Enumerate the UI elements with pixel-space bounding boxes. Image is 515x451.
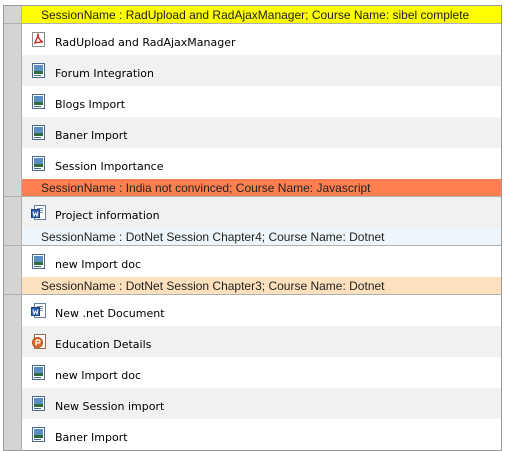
group-indent-cell	[4, 228, 22, 245]
table-row[interactable]: Forum Integration	[4, 55, 501, 86]
group-indent-cell	[4, 326, 22, 357]
group-indent-cell	[4, 179, 22, 196]
word-file-icon	[31, 204, 47, 221]
group-indent-cell	[4, 148, 22, 179]
group-indent-cell	[4, 24, 22, 55]
generic-file-icon	[31, 426, 47, 443]
table-row[interactable]: Blogs Import	[4, 86, 501, 117]
generic-file-icon	[31, 155, 47, 172]
document-name[interactable]: New Session import	[55, 400, 164, 413]
document-name[interactable]: Baner Import	[55, 129, 128, 142]
group-header-text: SessionName : DotNet Session Chapter4; C…	[41, 229, 385, 244]
document-cell: Session Importance	[22, 148, 501, 179]
table-row[interactable]: Session Importance	[4, 148, 501, 179]
document-cell: Baner Import	[22, 117, 501, 148]
table-row[interactable]: New .net Document	[4, 295, 501, 326]
group-header-text: SessionName : RadUpload and RadAjaxManag…	[41, 7, 470, 22]
table-row[interactable]: new Import doc	[4, 246, 501, 277]
generic-file-icon	[31, 395, 47, 412]
group-indent-cell	[4, 86, 22, 117]
document-cell: new Import doc	[22, 246, 501, 277]
generic-file-icon	[31, 62, 47, 79]
group-indent-cell	[4, 388, 22, 419]
document-name[interactable]: Blogs Import	[55, 98, 125, 111]
document-cell: RadUpload and RadAjaxManager	[22, 24, 501, 55]
document-cell: Forum Integration	[22, 55, 501, 86]
document-name[interactable]: RadUpload and RadAjaxManager	[55, 36, 236, 49]
group-header[interactable]: SessionName : DotNet Session Chapter3; C…	[4, 277, 501, 295]
table-row[interactable]: Education Details	[4, 326, 501, 357]
document-name[interactable]: new Import doc	[55, 369, 141, 382]
group-indent-cell	[4, 277, 22, 294]
document-cell: new Import doc	[22, 357, 501, 388]
document-cell: New .net Document	[22, 295, 501, 326]
group-header-text: SessionName : DotNet Session Chapter3; C…	[41, 278, 385, 293]
generic-file-icon	[31, 364, 47, 381]
powerpoint-file-icon	[31, 333, 47, 350]
table-row[interactable]: Baner Import	[4, 117, 501, 148]
document-cell: Project information	[22, 197, 501, 228]
group-indent-cell	[4, 419, 22, 450]
group-header[interactable]: SessionName : India not convinced; Cours…	[4, 179, 501, 197]
document-name[interactable]: New .net Document	[55, 307, 165, 320]
table-row[interactable]: new Import doc	[4, 357, 501, 388]
document-cell: Blogs Import	[22, 86, 501, 117]
group-indent-cell	[4, 117, 22, 148]
group-indent-cell	[4, 357, 22, 388]
generic-file-icon	[31, 253, 47, 270]
document-name[interactable]: Project information	[55, 209, 160, 222]
document-name[interactable]: Forum Integration	[55, 67, 154, 80]
table-row[interactable]: RadUpload and RadAjaxManager	[4, 24, 501, 55]
group-header[interactable]: SessionName : RadUpload and RadAjaxManag…	[4, 6, 501, 24]
table-row[interactable]: New Session import	[4, 388, 501, 419]
group-header[interactable]: SessionName : DotNet Session Chapter4; C…	[4, 228, 501, 246]
word-file-icon	[31, 302, 47, 319]
group-indent-cell	[4, 295, 22, 326]
group-indent-cell	[4, 55, 22, 86]
group-indent-cell	[4, 6, 22, 23]
document-cell: New Session import	[22, 388, 501, 419]
document-cell: Education Details	[22, 326, 501, 357]
table-row[interactable]: Baner Import	[4, 419, 501, 450]
table-row[interactable]: Project information	[4, 197, 501, 228]
generic-file-icon	[31, 124, 47, 141]
group-header-text: SessionName : India not convinced; Cours…	[41, 180, 371, 195]
document-name[interactable]: Session Importance	[55, 160, 164, 173]
grouped-document-grid: SessionName : RadUpload and RadAjaxManag…	[3, 5, 502, 451]
document-name[interactable]: Education Details	[55, 338, 151, 351]
group-indent-cell	[4, 246, 22, 277]
document-name[interactable]: Baner Import	[55, 431, 128, 444]
document-name[interactable]: new Import doc	[55, 258, 141, 271]
pdf-file-icon	[31, 31, 47, 48]
generic-file-icon	[31, 93, 47, 110]
group-indent-cell	[4, 197, 22, 228]
document-cell: Baner Import	[22, 419, 501, 450]
